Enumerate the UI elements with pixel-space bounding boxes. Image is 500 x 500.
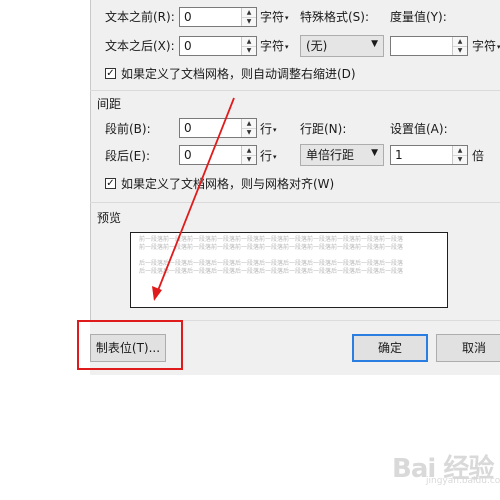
- line-spacing-value: 单倍行距: [306, 148, 355, 162]
- indent-grid-checkbox-label: 如果定义了文档网格，则自动调整右缩进(D): [121, 67, 356, 81]
- spin-down-icon[interactable]: ▼: [453, 46, 467, 55]
- spin-down-icon[interactable]: ▼: [242, 17, 256, 26]
- space-after-spinner[interactable]: 0 ▲ ▼: [179, 145, 257, 165]
- ok-button[interactable]: 确定: [352, 334, 428, 362]
- setting-unit-label: 倍: [472, 149, 485, 163]
- divider: [90, 202, 500, 203]
- space-after-value: 0: [184, 148, 192, 162]
- before-text-unit-dropdown[interactable]: 字符▾: [260, 9, 289, 26]
- indent-grid-checkbox[interactable]: ✓: [105, 68, 116, 79]
- dropdown-arrow-icon: ▼: [371, 39, 378, 49]
- special-format-select[interactable]: (无) ▼: [300, 35, 384, 57]
- preview-after-line: 后一段落后一段落后一段落后一段落后一段落后一段落后一段落后一段落后一段落后一段落…: [139, 260, 404, 267]
- after-text-unit-dropdown[interactable]: 字符▾: [260, 38, 289, 55]
- chevron-down-icon: ▾: [285, 14, 289, 22]
- spin-arrows: ▲ ▼: [241, 146, 256, 164]
- after-text-value: 0: [184, 39, 192, 53]
- preview-after-line: 后一段落后一段落后一段落后一段落后一段落后一段落后一段落后一段落后一段落后一段落…: [139, 268, 404, 275]
- chevron-down-icon: ▾: [273, 126, 277, 134]
- before-text-label: 文本之前(R):: [105, 10, 175, 24]
- chevron-down-icon: ▾: [285, 43, 289, 51]
- spin-down-icon[interactable]: ▼: [453, 155, 467, 164]
- unit-label: 行: [260, 122, 273, 136]
- spin-down-icon[interactable]: ▼: [242, 46, 256, 55]
- space-after-unit-dropdown[interactable]: 行▾: [260, 148, 277, 165]
- line-spacing-label: 行距(N):: [300, 122, 347, 136]
- unit-label: 字符: [260, 39, 285, 53]
- spacing-grid-checkbox[interactable]: ✓: [105, 178, 116, 189]
- unit-label: 字符: [260, 10, 285, 24]
- setting-value-spinner[interactable]: 1 ▲ ▼: [390, 145, 468, 165]
- space-before-label: 段前(B):: [105, 122, 151, 136]
- spin-down-icon[interactable]: ▼: [242, 128, 256, 137]
- cancel-button[interactable]: 取消: [436, 334, 500, 362]
- space-before-spinner[interactable]: 0 ▲ ▼: [179, 118, 257, 138]
- unit-label: 行: [260, 149, 273, 163]
- preview-prev-line: 前一段落前一段落前一段落前一段落前一段落前一段落前一段落前一段落前一段落前一段落…: [139, 244, 404, 251]
- before-text-spinner[interactable]: 0 ▲ ▼: [179, 7, 257, 27]
- spin-down-icon[interactable]: ▼: [242, 155, 256, 164]
- spin-arrows: ▲ ▼: [241, 37, 256, 55]
- preview-prev-line: 前一段落前一段落前一段落前一段落前一段落前一段落前一段落前一段落前一段落前一段落…: [139, 236, 404, 243]
- preview-box: 前一段落前一段落前一段落前一段落前一段落前一段落前一段落前一段落前一段落前一段落…: [130, 232, 448, 308]
- special-format-value: (无): [306, 39, 328, 53]
- spacing-grid-checkbox-label: 如果定义了文档网格，则与网格对齐(W): [121, 177, 335, 191]
- dropdown-arrow-icon: ▼: [371, 148, 378, 158]
- space-before-value: 0: [184, 121, 192, 135]
- check-icon: ✓: [106, 68, 115, 79]
- chevron-down-icon: ▾: [273, 153, 277, 161]
- divider: [90, 90, 500, 91]
- watermark-url: jingyan.baidu.com: [426, 476, 500, 486]
- space-after-label: 段后(E):: [105, 149, 150, 163]
- before-text-value: 0: [184, 10, 192, 24]
- after-text-spinner[interactable]: 0 ▲ ▼: [179, 36, 257, 56]
- spacing-section-title: 间距: [97, 97, 122, 111]
- setting-value-label: 设置值(A):: [390, 122, 448, 136]
- after-text-label: 文本之后(X):: [105, 39, 175, 53]
- measure-unit-dropdown[interactable]: 字符▾: [472, 38, 500, 55]
- measure-spinner[interactable]: ▲ ▼: [390, 36, 468, 56]
- spin-arrows: ▲ ▼: [452, 37, 467, 55]
- spin-arrows: ▲ ▼: [452, 146, 467, 164]
- spin-arrows: ▲ ▼: [241, 119, 256, 137]
- special-format-label: 特殊格式(S):: [300, 10, 370, 24]
- space-before-unit-dropdown[interactable]: 行▾: [260, 121, 277, 138]
- unit-label: 字符: [472, 39, 497, 53]
- setting-value: 1: [395, 148, 403, 162]
- preview-title: 预览: [97, 211, 122, 225]
- measure-label: 度量值(Y):: [390, 10, 447, 24]
- annotation-highlight-box: [77, 320, 183, 370]
- baidu-watermark: Bai 经验 jingyan.baidu.com: [392, 448, 500, 486]
- check-icon: ✓: [106, 178, 115, 189]
- spin-arrows: ▲ ▼: [241, 8, 256, 26]
- line-spacing-select[interactable]: 单倍行距 ▼: [300, 144, 384, 166]
